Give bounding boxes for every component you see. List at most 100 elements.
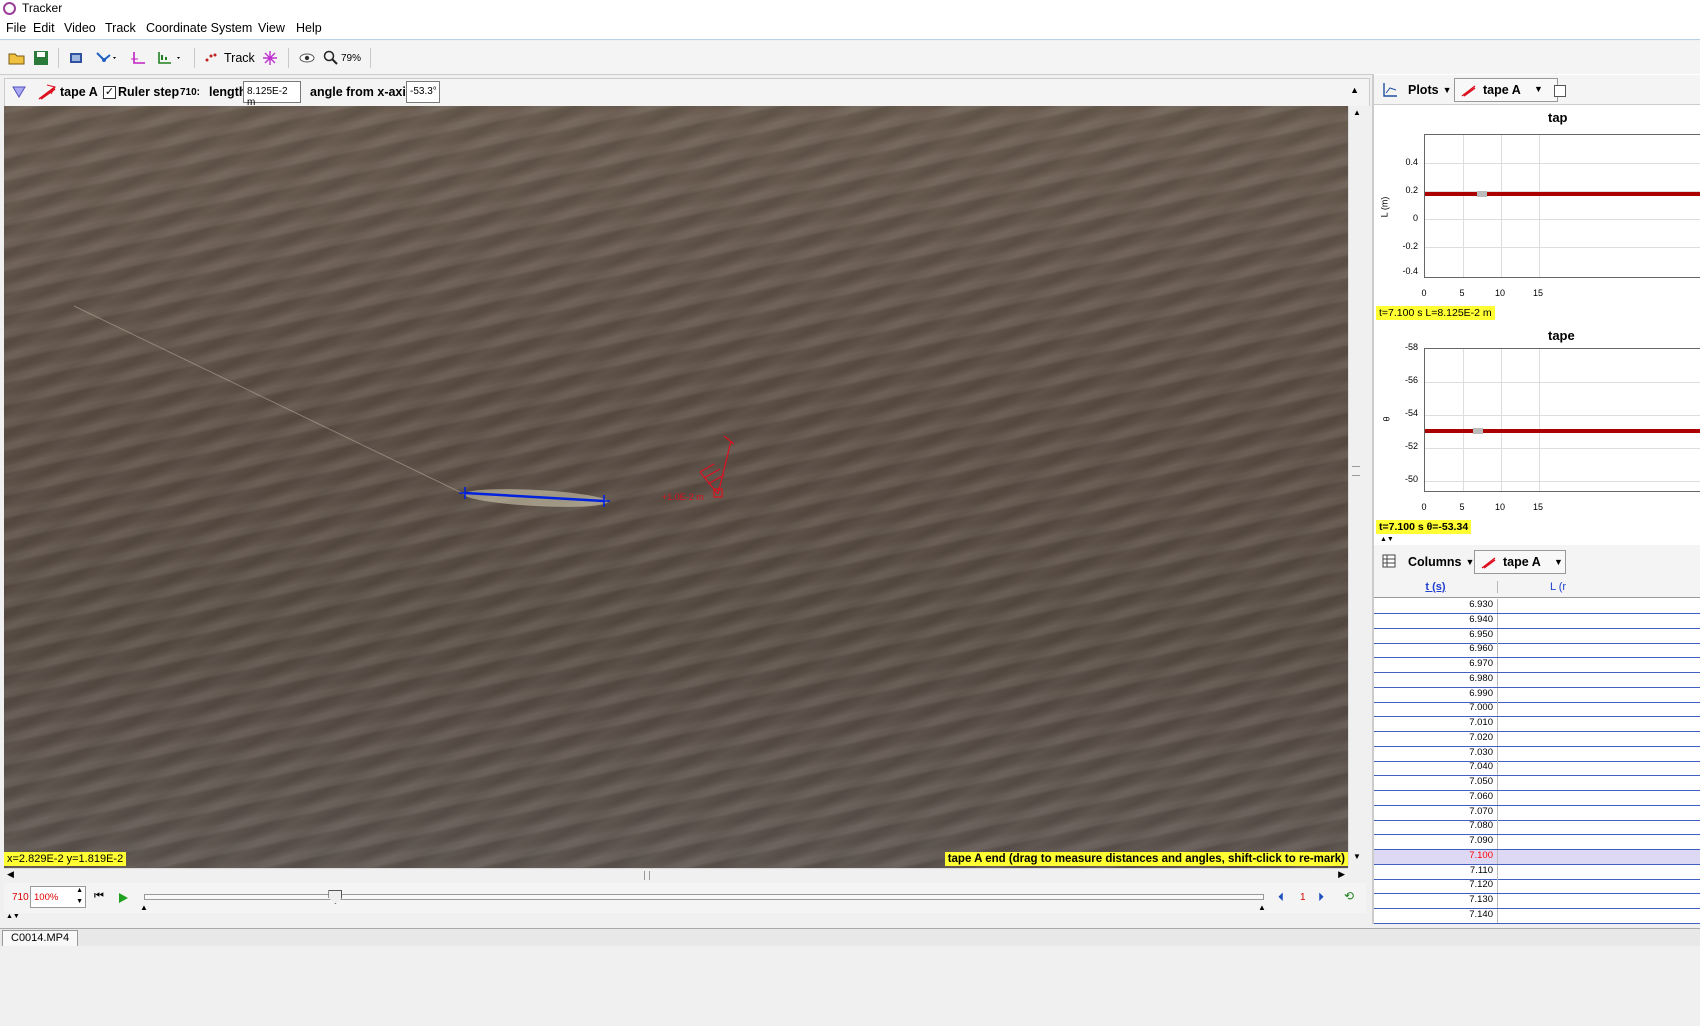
start-marker-icon[interactable]: ▲ bbox=[140, 903, 148, 912]
horizontal-scrollbar[interactable]: ◀ ▶ bbox=[4, 868, 1348, 882]
scroll-right-icon[interactable]: ▶ bbox=[1338, 869, 1345, 880]
vertical-scrollbar[interactable]: ▲ ▼ bbox=[1348, 106, 1364, 868]
rate-down-icon[interactable]: ▼ bbox=[76, 898, 83, 905]
table-row[interactable]: 7.090 bbox=[1374, 835, 1700, 850]
menu-edit[interactable]: Edit bbox=[33, 21, 55, 35]
table-row[interactable]: 7.010 bbox=[1374, 717, 1700, 732]
collapse-triangle-icon[interactable] bbox=[12, 86, 26, 98]
plots-dropdown[interactable]: Plots ▼ bbox=[1402, 78, 1457, 102]
table-row[interactable]: 7.020 bbox=[1374, 731, 1700, 747]
loop-icon[interactable]: ⟲ bbox=[1344, 889, 1354, 903]
plot-angle[interactable]: tape θ -58 -56 -54 -52 -50 0 5 10 15 t=7… bbox=[1376, 324, 1700, 536]
toolbar-divider bbox=[58, 48, 59, 68]
table-row[interactable]: 7.060 bbox=[1374, 790, 1700, 806]
axes-dropdown-button[interactable] bbox=[94, 47, 118, 69]
table-row[interactable]: 7.030 bbox=[1374, 746, 1700, 762]
coordinate-axes-button[interactable] bbox=[130, 47, 146, 69]
zoom-button[interactable]: 79% bbox=[323, 47, 361, 69]
track-name[interactable]: tape A bbox=[60, 85, 98, 99]
length-field[interactable]: 8.125E-2 m bbox=[243, 81, 301, 108]
plot-readout: t=7.100 s L=8.125E-2 m bbox=[1376, 306, 1495, 320]
columns-dropdown[interactable]: Columns ▼ bbox=[1402, 550, 1480, 574]
data-line bbox=[1425, 428, 1700, 433]
save-button[interactable] bbox=[33, 47, 49, 69]
point-mass-icon bbox=[96, 52, 116, 62]
frame-readout: 710 bbox=[12, 892, 29, 903]
tape-measure-icon bbox=[38, 84, 56, 100]
table-row[interactable]: 7.040 bbox=[1374, 761, 1700, 777]
clip-settings-button[interactable] bbox=[68, 47, 84, 69]
splitter-arrows-icon[interactable]: ▲▼ bbox=[1380, 536, 1394, 543]
x-tick: 0 bbox=[1421, 502, 1427, 512]
go-to-start-icon[interactable]: ⏮ bbox=[94, 890, 104, 903]
menu-track[interactable]: Track bbox=[105, 21, 136, 35]
angle-field[interactable]: -53.3° bbox=[406, 81, 440, 103]
table-row[interactable]: 7.070 bbox=[1374, 805, 1700, 821]
rate-spinner[interactable]: 100% ▲ ▼ bbox=[30, 886, 86, 908]
scroll-thumb[interactable] bbox=[644, 871, 650, 880]
autotracker-button[interactable] bbox=[262, 47, 278, 69]
table-row[interactable]: 6.960 bbox=[1374, 643, 1700, 659]
toolbar-divider bbox=[370, 48, 371, 68]
play-icon[interactable] bbox=[117, 892, 129, 904]
ruler-checkbox[interactable]: ✓ bbox=[103, 86, 116, 99]
collapse-up-icon[interactable]: ▲ bbox=[1350, 85, 1359, 95]
scroll-thumb[interactable] bbox=[1352, 466, 1360, 476]
table-track-arrow-icon[interactable]: ▼ bbox=[1554, 557, 1563, 567]
open-button[interactable] bbox=[8, 47, 26, 69]
faint-line bbox=[73, 305, 465, 495]
title-bar: Tracker bbox=[0, 0, 1700, 18]
track-control-button[interactable]: Track bbox=[204, 47, 255, 69]
y-tick: -54 bbox=[1404, 408, 1418, 418]
table-row[interactable]: 7.100 bbox=[1374, 849, 1700, 865]
table-cell-t: 6.970 bbox=[1374, 658, 1498, 672]
plot-area[interactable] bbox=[1424, 348, 1700, 492]
menu-coordinate-system[interactable]: Coordinate System bbox=[146, 21, 252, 35]
collapse-arrows-icon[interactable]: ▲▼ bbox=[6, 913, 20, 920]
column-header-l[interactable]: L (r bbox=[1550, 581, 1566, 593]
table-row[interactable]: 7.110 bbox=[1374, 864, 1700, 880]
table-row[interactable]: 6.970 bbox=[1374, 658, 1700, 673]
table-row[interactable]: 7.130 bbox=[1374, 894, 1700, 909]
coordinate-axes-marker[interactable]: +1.0E-2 m bbox=[662, 435, 735, 502]
video-tab[interactable]: C0014.MP4 bbox=[2, 930, 79, 947]
step-back-icon[interactable]: ⏴ bbox=[1278, 890, 1284, 905]
video-view[interactable]: +1.0E-2 m x=2.829E-2 y=1.819E-2 tape A e… bbox=[4, 106, 1348, 868]
column-header-t[interactable]: t (s) bbox=[1374, 581, 1498, 593]
table-row[interactable]: 6.990 bbox=[1374, 687, 1700, 703]
autotracker-star-icon bbox=[263, 51, 277, 65]
table-row[interactable]: 7.080 bbox=[1374, 820, 1700, 836]
scroll-up-icon[interactable]: ▲ bbox=[1353, 108, 1361, 117]
table-row[interactable]: 7.120 bbox=[1374, 879, 1700, 895]
menu-file[interactable]: File bbox=[6, 21, 26, 35]
calibration-dropdown-button[interactable] bbox=[156, 47, 184, 69]
table-row[interactable]: 6.930 bbox=[1374, 599, 1700, 614]
table-row[interactable]: 7.050 bbox=[1374, 776, 1700, 791]
scroll-down-icon[interactable]: ▼ bbox=[1353, 852, 1361, 861]
table-track-dropdown[interactable]: tape A bbox=[1474, 550, 1566, 574]
table-row[interactable]: 6.940 bbox=[1374, 613, 1700, 629]
tape-measure-icon bbox=[1481, 557, 1496, 569]
frame-slider[interactable] bbox=[144, 890, 1264, 904]
table-row[interactable]: 7.140 bbox=[1374, 908, 1700, 924]
table-row[interactable]: 6.950 bbox=[1374, 628, 1700, 644]
table-row[interactable]: 6.980 bbox=[1374, 672, 1700, 688]
plot-length[interactable]: tap L (m) 0.4 0.2 0 -0.2 -0.4 0 5 10 15 … bbox=[1376, 106, 1700, 324]
table-row[interactable]: 7.000 bbox=[1374, 702, 1700, 718]
plot-track-arrow-icon[interactable]: ▼ bbox=[1534, 84, 1543, 94]
menu-video[interactable]: Video bbox=[64, 21, 96, 35]
menu-view[interactable]: View bbox=[258, 21, 285, 35]
plot-area[interactable] bbox=[1424, 134, 1700, 278]
slider-thumb[interactable] bbox=[328, 890, 343, 904]
tape-end-marker[interactable] bbox=[598, 495, 610, 507]
status-bar: C0014.MP4 bbox=[0, 928, 1700, 947]
table-cell-t: 7.010 bbox=[1374, 717, 1498, 731]
menu-help[interactable]: Help bbox=[296, 21, 322, 35]
step-size[interactable]: 1 bbox=[1300, 892, 1306, 903]
visibility-button[interactable] bbox=[298, 47, 316, 69]
step-forward-icon[interactable]: ⏵ bbox=[1318, 890, 1324, 905]
scroll-left-icon[interactable]: ◀ bbox=[7, 869, 14, 880]
plot-options-checkbox[interactable] bbox=[1554, 85, 1566, 97]
end-marker-icon[interactable]: ▲ bbox=[1258, 903, 1266, 912]
rate-up-icon[interactable]: ▲ bbox=[76, 887, 83, 894]
